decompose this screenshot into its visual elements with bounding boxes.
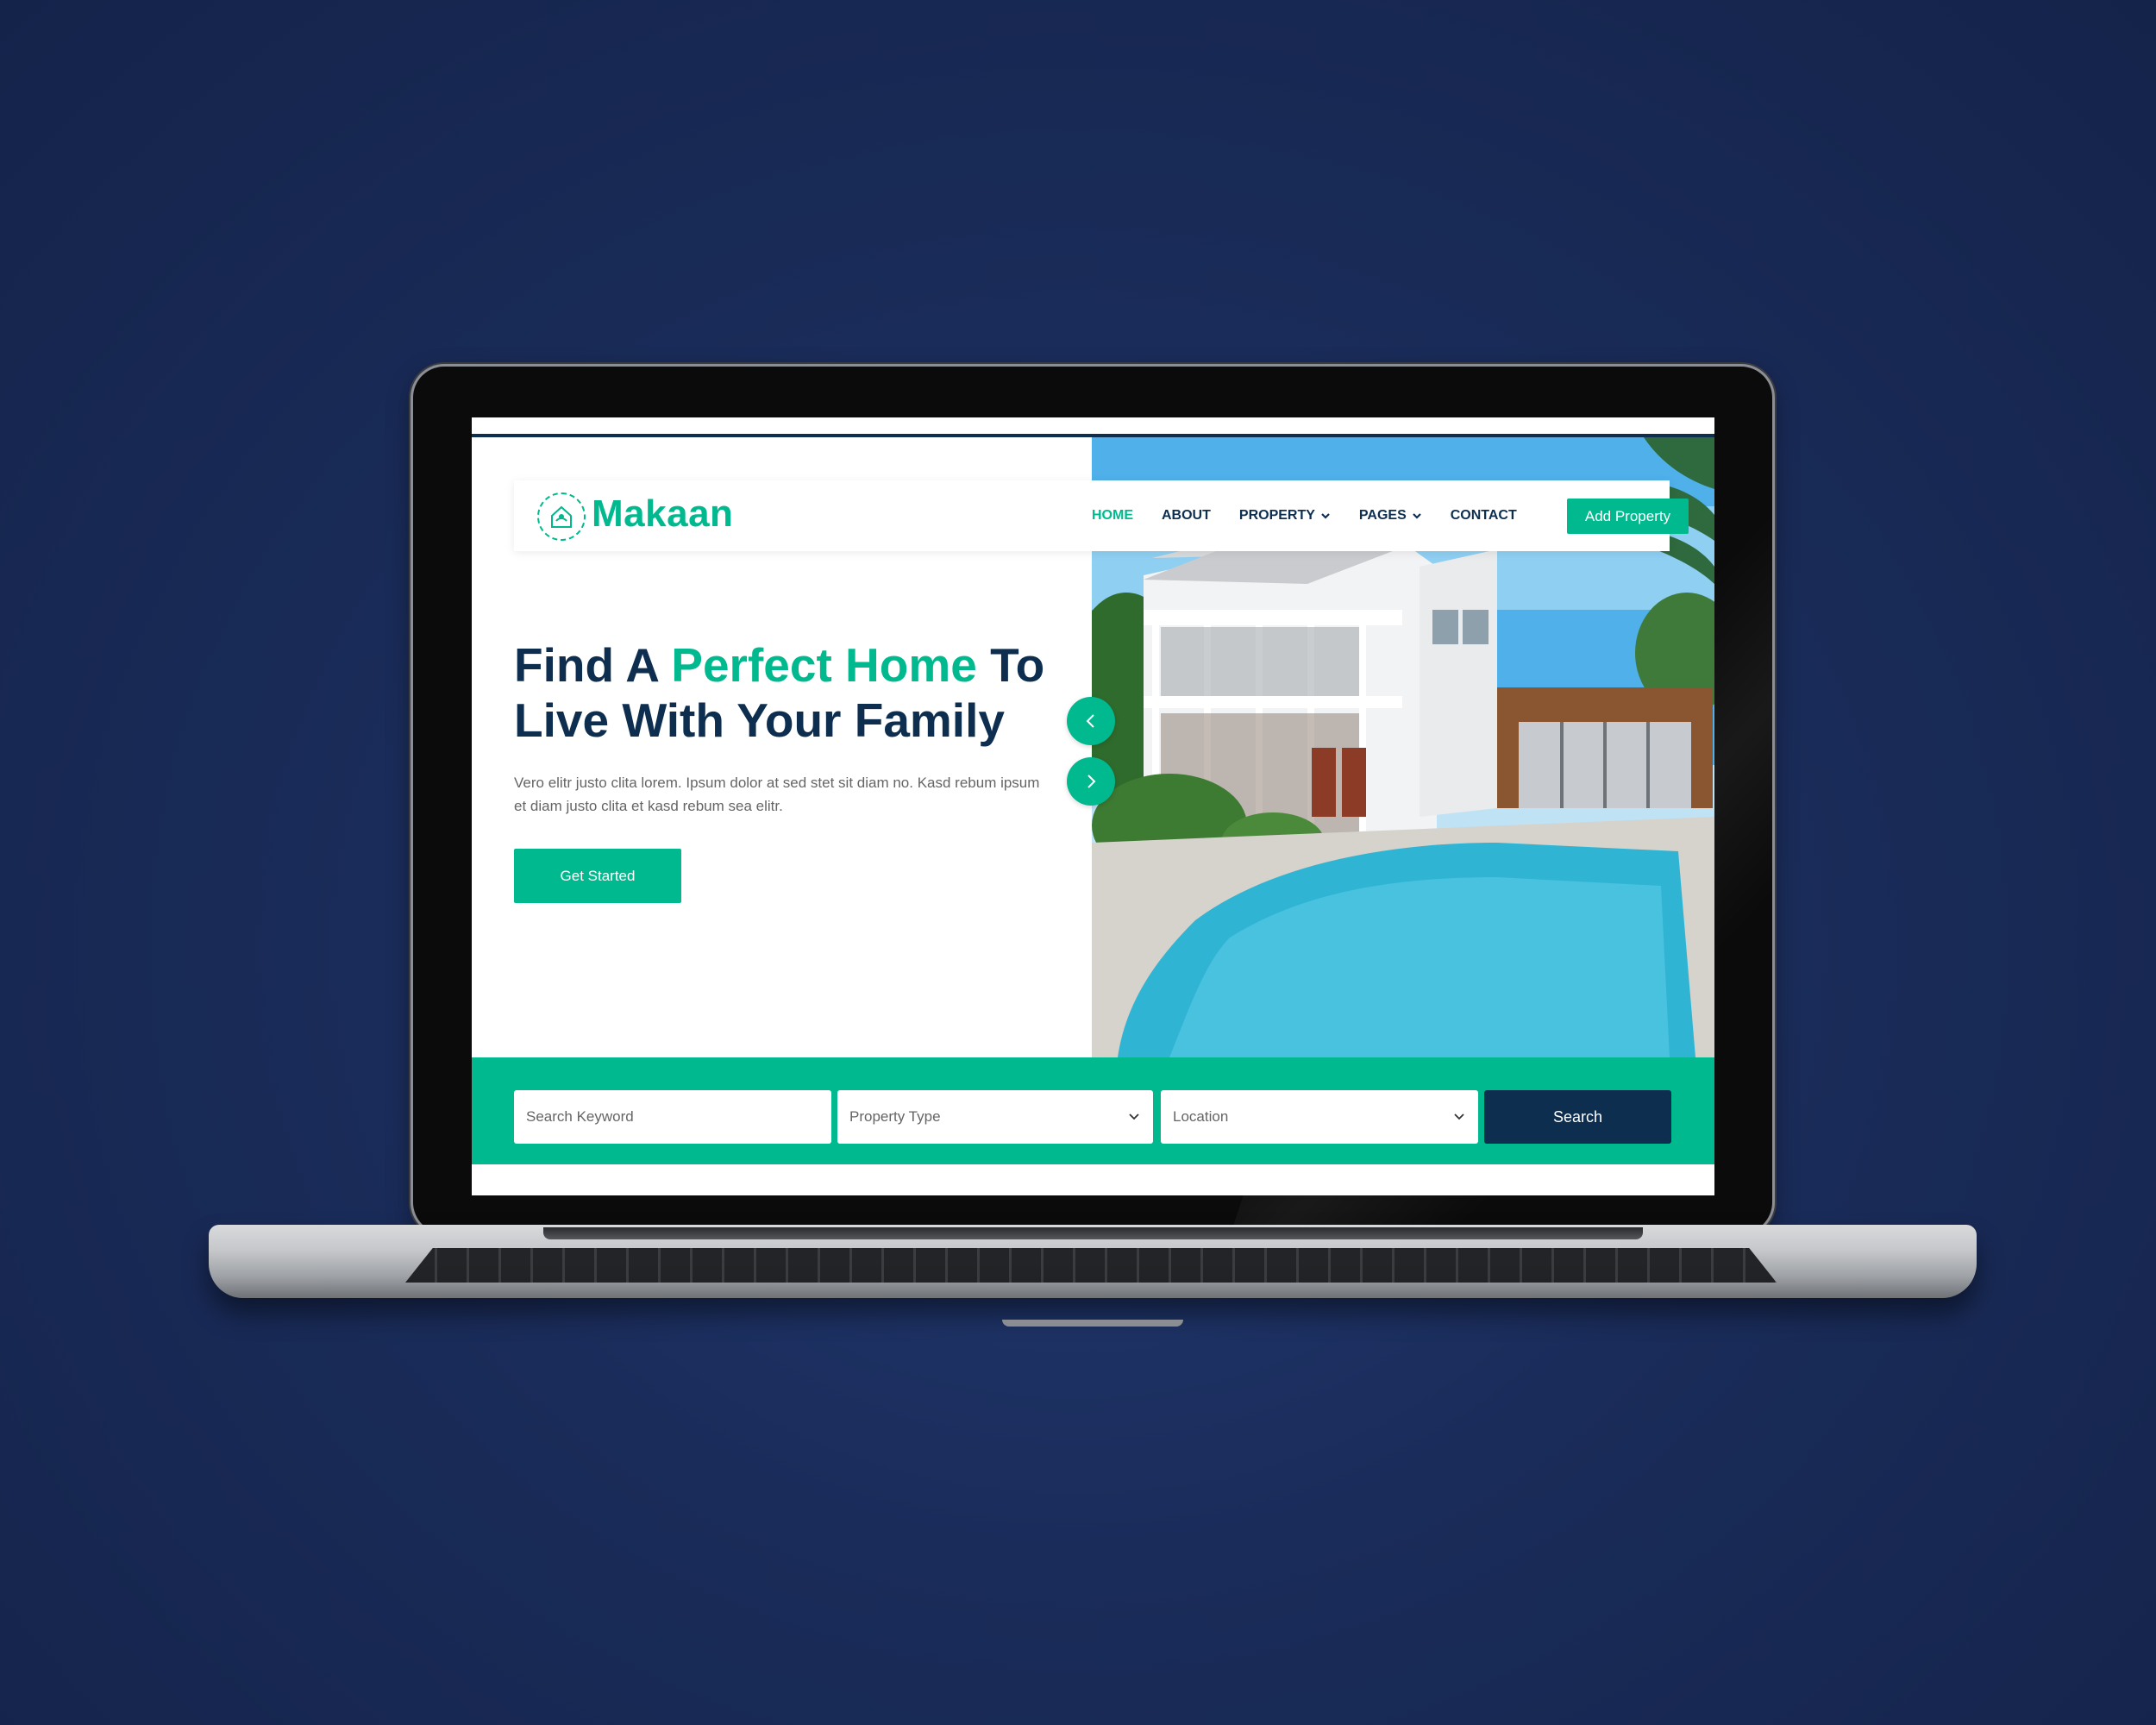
nav-property[interactable]: PROPERTY	[1239, 508, 1331, 524]
get-started-button[interactable]: Get Started	[514, 849, 681, 903]
search-keyword-input[interactable]: Search Keyword	[514, 1090, 831, 1144]
nav-about[interactable]: ABOUT	[1162, 508, 1211, 524]
hero-title: Find A Perfect Home To Live With Your Fa…	[514, 637, 1118, 748]
search-keyword-placeholder: Search Keyword	[526, 1108, 634, 1125]
brand-name[interactable]: Makaan	[592, 492, 733, 536]
house-handshake-icon[interactable]	[537, 492, 586, 541]
chevron-left-icon	[1086, 714, 1094, 728]
property-type-value: Property Type	[849, 1108, 941, 1125]
hero-title-accent: Perfect Home	[671, 638, 977, 692]
page-bottom	[472, 1164, 1714, 1195]
add-property-button[interactable]: Add Property	[1567, 499, 1689, 534]
chevron-down-icon	[1412, 513, 1421, 519]
property-type-select[interactable]: Property Type	[837, 1090, 1153, 1144]
nav-contact-label: CONTACT	[1450, 508, 1517, 523]
nav-pages[interactable]: PAGES	[1359, 508, 1422, 524]
laptop-notch	[1002, 1320, 1183, 1327]
carousel-next-button[interactable]	[1067, 757, 1115, 806]
search-button[interactable]: Search	[1484, 1090, 1671, 1144]
chevron-down-icon	[1129, 1113, 1139, 1120]
nav-pages-label: PAGES	[1358, 508, 1407, 523]
chevron-right-icon	[1087, 775, 1096, 788]
hero-title-part1: Find A	[514, 638, 672, 692]
chevron-down-icon	[1454, 1113, 1464, 1120]
nav-property-label: PROPERTY	[1238, 508, 1315, 523]
nav-home[interactable]: HOME	[1092, 508, 1133, 524]
laptop-hinge	[543, 1227, 1643, 1239]
navbar: Makaan HOME ABOUT PROPERTY PAGES CONTACT…	[514, 480, 1689, 551]
location-value: Location	[1173, 1108, 1229, 1125]
hero-description: Vero elitr justo clita lorem. Ipsum dolo…	[514, 775, 1040, 814]
search-bar: Search Keyword Property Type Location Se…	[472, 1057, 1714, 1167]
chevron-down-icon	[1321, 513, 1330, 519]
nav-contact[interactable]: CONTACT	[1451, 508, 1517, 524]
carousel-prev-button[interactable]	[1067, 697, 1115, 745]
browser-viewport: Makaan HOME ABOUT PROPERTY PAGES CONTACT…	[472, 417, 1714, 1195]
location-select[interactable]: Location	[1161, 1090, 1478, 1144]
nav-home-label: HOME	[1092, 508, 1133, 523]
nav-links: HOME ABOUT PROPERTY PAGES CONTACT	[1092, 480, 1545, 551]
laptop-keyboard	[405, 1248, 1777, 1283]
nav-about-label: ABOUT	[1162, 508, 1211, 523]
